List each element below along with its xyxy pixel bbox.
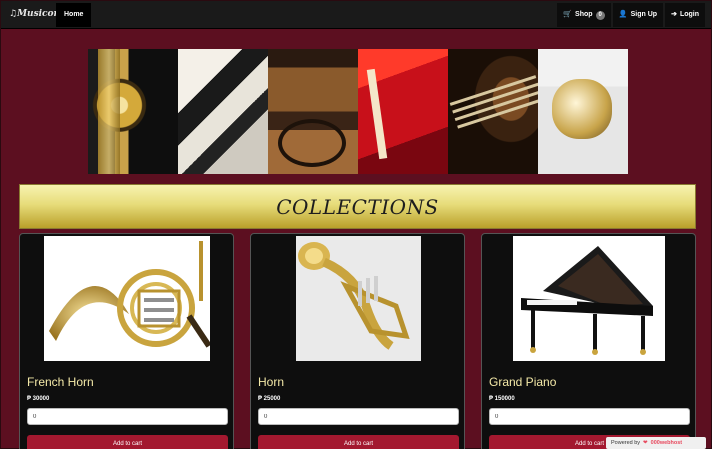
section-title: COLLECTIONS [276, 194, 439, 219]
add-to-cart-button[interactable]: Add to cart [27, 435, 228, 449]
banner-image-drums [268, 49, 358, 174]
powered-by-prefix: Powered by [611, 440, 641, 446]
product-name: Horn [258, 375, 285, 389]
navbar: ♫Musicore Home 🛒 Shop 0 👤 Sign Up ➔ Logi… [1, 1, 711, 29]
product-image-grand-piano [513, 236, 665, 361]
banner-image-saxophone [88, 49, 178, 174]
nav-shop-link[interactable]: 🛒 Shop 0 [557, 3, 611, 27]
nav-shop-label: Shop [575, 11, 593, 18]
banner-image-piano-keys [178, 49, 268, 174]
nav-home-link[interactable]: Home [56, 3, 92, 27]
product-name: Grand Piano [489, 375, 557, 389]
product-price: ₱ 30000 [27, 396, 50, 402]
product-name: French Horn [27, 375, 94, 389]
add-to-cart-button[interactable]: Add to cart [258, 435, 459, 449]
banner-image-electric-guitar [358, 49, 448, 174]
product-price: ₱ 25000 [258, 396, 281, 402]
powered-by-brand: 000webhost [650, 440, 683, 446]
quantity-input[interactable] [489, 408, 690, 425]
product-card: Grand Piano ₱ 150000 Add to cart [481, 233, 696, 449]
nav-login-link[interactable]: ➔ Login [665, 3, 705, 27]
quantity-input[interactable] [27, 408, 228, 425]
cart-count-badge: 0 [595, 10, 605, 20]
login-icon: ➔ [671, 11, 677, 18]
webhost-logo-icon: ❤ [643, 440, 648, 446]
user-icon: 👤 [618, 11, 628, 18]
collections-header: COLLECTIONS [19, 184, 696, 229]
hero-banner [88, 49, 628, 174]
product-price: ₱ 150000 [489, 396, 515, 402]
product-card: Horn ₱ 25000 Add to cart [250, 233, 465, 449]
banner-image-acoustic-guitar [448, 49, 538, 174]
banner-image-trumpet-valves [538, 49, 628, 174]
cart-icon: 🛒 [563, 11, 573, 18]
product-card: French Horn ₱ 30000 Add to cart [19, 233, 234, 449]
quantity-input[interactable] [258, 408, 459, 425]
powered-by-badge[interactable]: Powered by ❤ 000webhost [606, 437, 706, 449]
nav-signup-label: Sign Up [630, 11, 658, 18]
product-image-french-horn [44, 236, 210, 361]
nav-right: 🛒 Shop 0 👤 Sign Up ➔ Login [555, 3, 705, 27]
nav-signup-link[interactable]: 👤 Sign Up [612, 3, 664, 27]
product-image-horn [296, 236, 421, 361]
nav-login-label: Login [679, 11, 699, 18]
